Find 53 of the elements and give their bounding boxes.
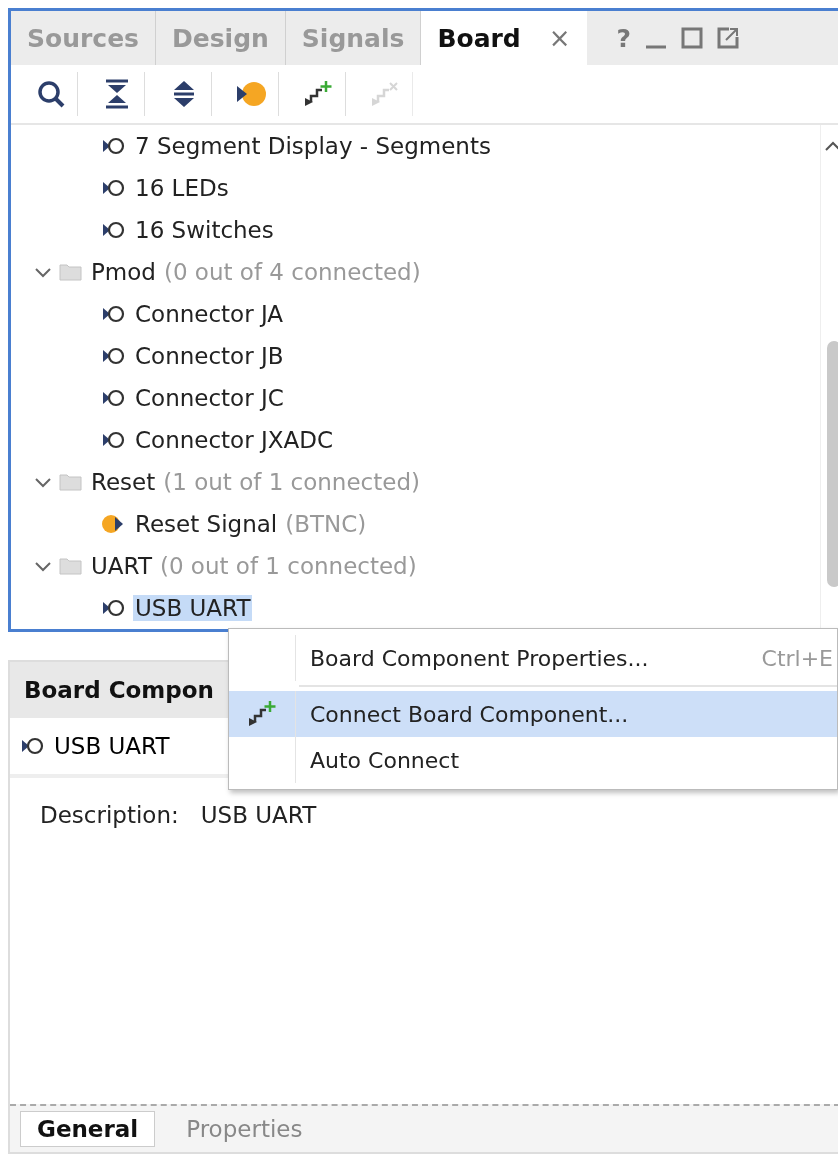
menu-item[interactable]: Board Component Properties... Ctrl+E bbox=[229, 635, 837, 681]
connection-count: (1 out of 1 connected) bbox=[163, 469, 420, 495]
panel-title: Board Compon bbox=[24, 677, 214, 703]
expand-all-icon[interactable] bbox=[171, 79, 197, 110]
folder-icon bbox=[59, 556, 83, 576]
scroll-up-icon[interactable] bbox=[823, 139, 838, 153]
help-button[interactable]: ? bbox=[616, 23, 632, 53]
port-icon bbox=[101, 597, 127, 619]
port-icon bbox=[101, 387, 127, 409]
port-icon bbox=[20, 735, 46, 757]
tree-item-label[interactable]: USB UART bbox=[133, 595, 253, 621]
tree-item-label[interactable]: 7 Segment Display - Segments bbox=[133, 133, 493, 159]
chevron-down-icon[interactable] bbox=[33, 266, 53, 280]
chevron-down-icon[interactable] bbox=[33, 476, 53, 490]
folder-icon bbox=[59, 472, 83, 492]
collapse-all-icon[interactable] bbox=[104, 79, 130, 110]
tree-item-label[interactable]: 16 Switches bbox=[133, 217, 276, 243]
connect-icon[interactable] bbox=[247, 700, 277, 728]
chevron-down-icon[interactable] bbox=[33, 560, 53, 574]
port-icon bbox=[101, 135, 127, 157]
scrollbar-thumb[interactable] bbox=[827, 341, 838, 587]
menu-item[interactable]: Connect Board Component... bbox=[229, 691, 837, 737]
tree-item-label[interactable]: Reset Signal bbox=[133, 511, 280, 537]
tree-group-label[interactable]: Pmod bbox=[89, 259, 158, 285]
tree-group-label[interactable]: UART bbox=[89, 553, 154, 579]
pin-note: (BTNC) bbox=[285, 511, 367, 537]
menu-item[interactable]: Auto Connect bbox=[229, 737, 837, 783]
port-icon bbox=[101, 303, 127, 325]
port-icon bbox=[101, 345, 127, 367]
properties-tab[interactable]: General bbox=[20, 1111, 156, 1147]
tree-item-label[interactable]: Connector JXADC bbox=[133, 427, 335, 453]
port-icon bbox=[101, 219, 127, 241]
port-icon bbox=[101, 429, 127, 451]
folder-icon bbox=[59, 262, 83, 282]
panel-tab[interactable]: Board × bbox=[421, 11, 587, 66]
tree-item-label[interactable]: Connector JC bbox=[133, 385, 286, 411]
maximize-icon[interactable] bbox=[681, 26, 704, 51]
description-label: Description: bbox=[40, 802, 179, 828]
port-icon bbox=[101, 177, 127, 199]
scrollbar[interactable] bbox=[820, 125, 838, 629]
tree-item-label[interactable]: 16 LEDs bbox=[133, 175, 231, 201]
search-icon[interactable] bbox=[36, 79, 66, 110]
tree-group-label[interactable]: Reset bbox=[89, 469, 158, 495]
component-name: USB UART bbox=[54, 733, 170, 759]
close-icon[interactable]: × bbox=[548, 23, 571, 54]
connection-count: (0 out of 1 connected) bbox=[159, 553, 417, 579]
tree-item-label[interactable]: Connector JA bbox=[133, 301, 286, 327]
port-dot-icon[interactable] bbox=[235, 81, 267, 108]
connect-icon[interactable] bbox=[303, 80, 333, 109]
description-value: USB UART bbox=[200, 802, 317, 828]
tree-item-label[interactable]: Connector JB bbox=[133, 343, 286, 369]
float-icon[interactable] bbox=[717, 26, 740, 51]
connection-count: (0 out of 4 connected) bbox=[163, 259, 421, 285]
